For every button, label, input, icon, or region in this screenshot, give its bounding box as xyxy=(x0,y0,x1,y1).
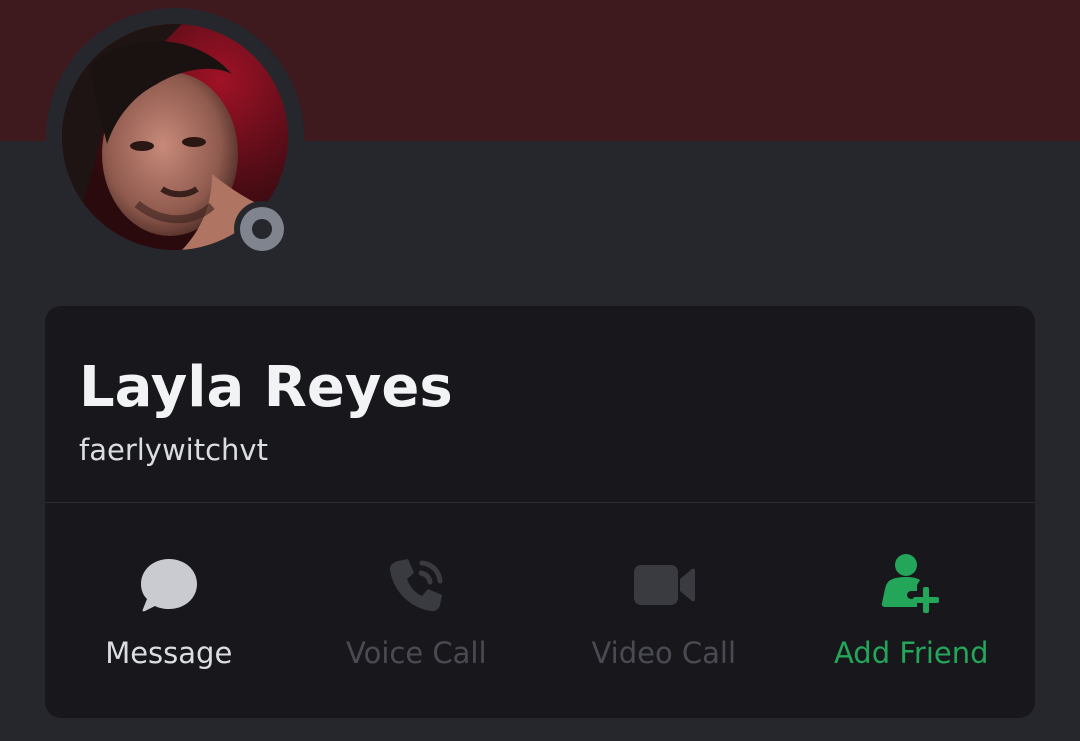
phone-icon xyxy=(390,559,443,612)
profile-card: Layla Reyes faerlywitchvt Message Voice … xyxy=(45,306,1035,718)
video-call-button[interactable]: Video Call xyxy=(540,503,788,718)
add-friend-button[interactable]: Add Friend xyxy=(788,503,1036,718)
message-button[interactable]: Message xyxy=(45,503,293,718)
video-camera-icon xyxy=(633,565,695,605)
user-profile-page: Layla Reyes faerlywitchvt Message Voice … xyxy=(0,0,1080,741)
video-call-label: Video Call xyxy=(591,636,737,670)
status-offline-indicator xyxy=(234,201,290,257)
profile-actions: Message Voice Call Video Call Add Friend xyxy=(45,503,1035,718)
display-name: Layla Reyes xyxy=(79,355,453,420)
voice-call-button[interactable]: Voice Call xyxy=(293,503,541,718)
message-label: Message xyxy=(105,636,233,670)
username[interactable]: faerlywitchvt xyxy=(79,430,268,470)
add-friend-icon xyxy=(881,554,940,613)
voice-call-label: Voice Call xyxy=(345,636,487,670)
chat-bubble-icon xyxy=(140,559,197,612)
add-friend-label: Add Friend xyxy=(833,636,989,670)
